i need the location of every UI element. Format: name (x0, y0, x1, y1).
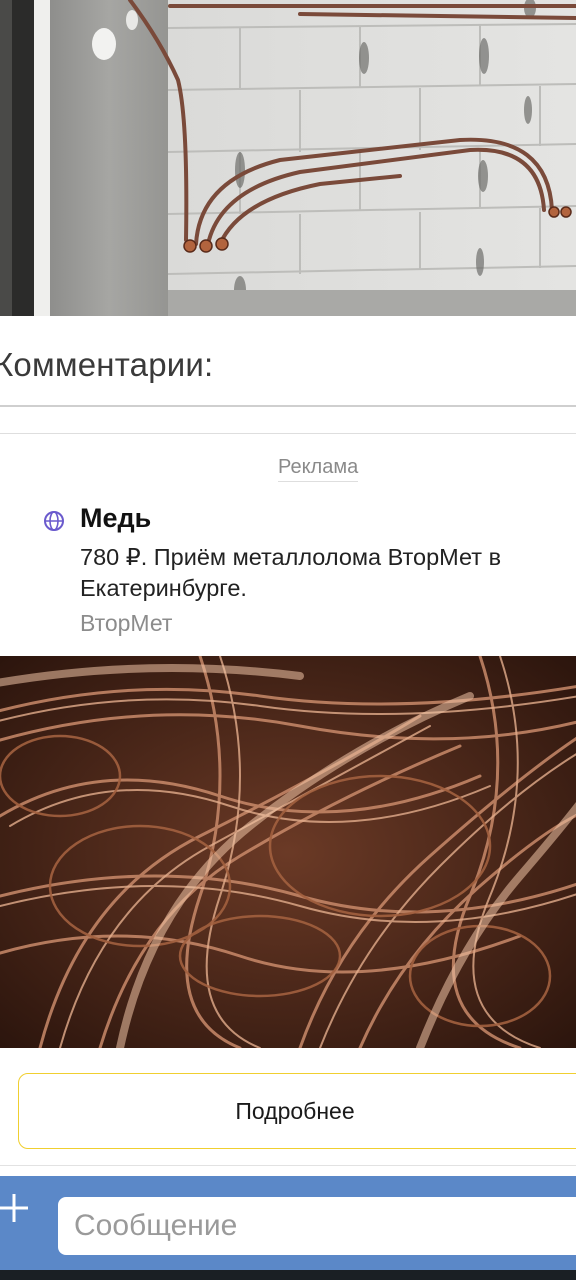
ad-image[interactable] (0, 656, 576, 1048)
message-input[interactable] (58, 1197, 576, 1255)
ad-source[interactable]: ВторМет (80, 610, 172, 637)
wall-wiring-photo (0, 0, 576, 316)
comments-header: Комментарии: (0, 316, 576, 406)
article-page: Комментарии: Реклама Медь 780 ₽. Приём м… (0, 0, 576, 1280)
ad-label: Реклама (278, 456, 359, 482)
divider (0, 433, 576, 434)
ad-text[interactable]: 780 ₽. Приём металлолома ВторМет в Екате… (80, 542, 560, 604)
system-navigation-bar (0, 1270, 576, 1280)
details-button-label: Подробнее (235, 1097, 355, 1124)
divider (0, 1165, 576, 1166)
comments-title: Комментарии: (0, 346, 214, 383)
divider (0, 405, 576, 407)
article-photo (0, 0, 576, 316)
details-button[interactable]: Подробнее (18, 1073, 576, 1149)
copper-wire-photo (0, 656, 576, 1048)
globe-icon (44, 511, 64, 531)
plus-icon[interactable] (0, 1190, 32, 1226)
ad-title[interactable]: Медь (80, 503, 151, 534)
message-composer (0, 1176, 576, 1270)
